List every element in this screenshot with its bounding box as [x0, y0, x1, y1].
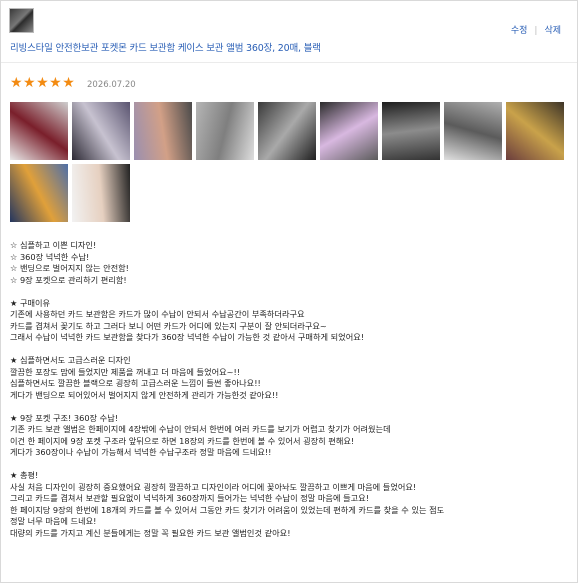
review-line: 사실 처음 디자인이 굉장히 중요했어요 굉장히 깔끔하고 디자인이라 어디에 …: [10, 481, 417, 492]
review-line: ☆ 9장 포켓으로 관리하기 편리함!: [10, 274, 127, 285]
review-line: 깔끔한 포장도 맘에 들었지만 제품을 꺼내고 더 마음에 들었어요~!!: [10, 366, 241, 377]
product-thumbnail[interactable]: [9, 8, 34, 33]
review-line: 한 페이지당 9장의 한번에 18개의 카드를 볼 수 있어서 그동안 카드 찾…: [10, 504, 445, 515]
review-photo-4[interactable]: [196, 102, 254, 160]
review-photo-1[interactable]: [10, 102, 68, 160]
review-photo-6[interactable]: [320, 102, 378, 160]
edit-link[interactable]: 수정: [511, 26, 528, 36]
review-line: ★ 심플하면서도 고급스러운 디자인: [10, 355, 131, 365]
review-line: 심플하면서도 깔끔한 블랙으로 굉장히 고급스러운 느낌이 들썬 좋아나요!!: [10, 378, 261, 388]
review-line: 이건 한 페이지에 9장 포켓 구조라 앞뒤으로 하면 18장의 카드를 한번에…: [10, 435, 355, 446]
review-photo-2[interactable]: [72, 102, 130, 160]
action-separator: |: [534, 26, 538, 36]
review-line: ★ 구매이유: [10, 297, 51, 308]
review-line: 기존 카드 보관 앨범은 한페이지에 4장밖에 수납이 안되서 한번에 여러 카…: [10, 424, 391, 434]
review-line: [10, 286, 570, 298]
review-photo-5[interactable]: [258, 102, 316, 160]
review-line: [10, 344, 570, 356]
review-photo-8[interactable]: [444, 102, 502, 160]
review-photo-10[interactable]: [10, 164, 68, 222]
review-line: 그래서 수납이 넉넉한 카드 보관함을 찾다가 360장 넉넉한 수납이 가능한…: [10, 332, 365, 342]
review-line: ★ 9장 포켓 구조! 360장 수납!: [10, 412, 119, 423]
review-card: 리빙스타일 안전한보관 포켓몬 카드 보관함 케이스 보관 앨범 360장, 2…: [0, 0, 578, 583]
review-line: [10, 459, 570, 471]
review-line: 게다가 밴딩으로 되어있어서 벌어지지 않게 안전하게 관리가 가능한것 같아요…: [10, 389, 279, 400]
review-date: 2026.07.20: [87, 80, 136, 90]
header-divider: [1, 62, 577, 63]
review-line: 기존에 사용하던 카드 보관함은 카드가 많이 수납이 안되서 수납공간이 부족…: [10, 309, 305, 319]
review-line: ☆ 360장 넉넉한 수납!: [10, 251, 90, 262]
rating-stars: ★★★★★: [10, 75, 76, 91]
review-actions: 수정 | 삭제: [511, 23, 561, 36]
review-text: ☆ 심플하고 이쁜 디자인! ☆ 360장 넉넉한 수납! ☆ 밴딩으로 벌어지지 …: [10, 240, 570, 539]
delete-link[interactable]: 삭제: [544, 26, 561, 36]
review-line: ☆ 밴딩으로 벌어지지 않는 안전함!: [10, 263, 129, 273]
review-line: ★ 총평!: [10, 470, 39, 480]
review-line: [10, 401, 570, 413]
review-photo-7[interactable]: [382, 102, 440, 160]
review-photo-11[interactable]: [72, 164, 130, 222]
review-line: 게다가 360장이나 수납이 가능해서 넉넉한 수납구조라 정말 마음에 드네요…: [10, 447, 272, 457]
review-line: ☆ 심플하고 이쁜 디자인!: [10, 240, 97, 250]
review-line: 그리고 카드를 겹쳐서 보관할 필요없이 넉넉하게 360장까지 들어가는 넉넉…: [10, 493, 369, 503]
review-line: 대량의 카드를 가지고 계신 분들에게는 정말 꼭 필요한 카드 보관 앨범인것…: [10, 527, 291, 538]
review-photo-3[interactable]: [134, 102, 192, 160]
review-line: 정말 너무 마음에 드네요!: [10, 516, 97, 526]
product-name-link[interactable]: 리빙스타일 안전한보관 포켓몬 카드 보관함 케이스 보관 앨범 360장, 2…: [10, 40, 321, 54]
review-line: 카드를 겹쳐서 꽂기도 하고 그러다 보니 어떤 카드가 어디에 있는지 구분이…: [10, 320, 327, 331]
review-photo-9[interactable]: [506, 102, 564, 160]
